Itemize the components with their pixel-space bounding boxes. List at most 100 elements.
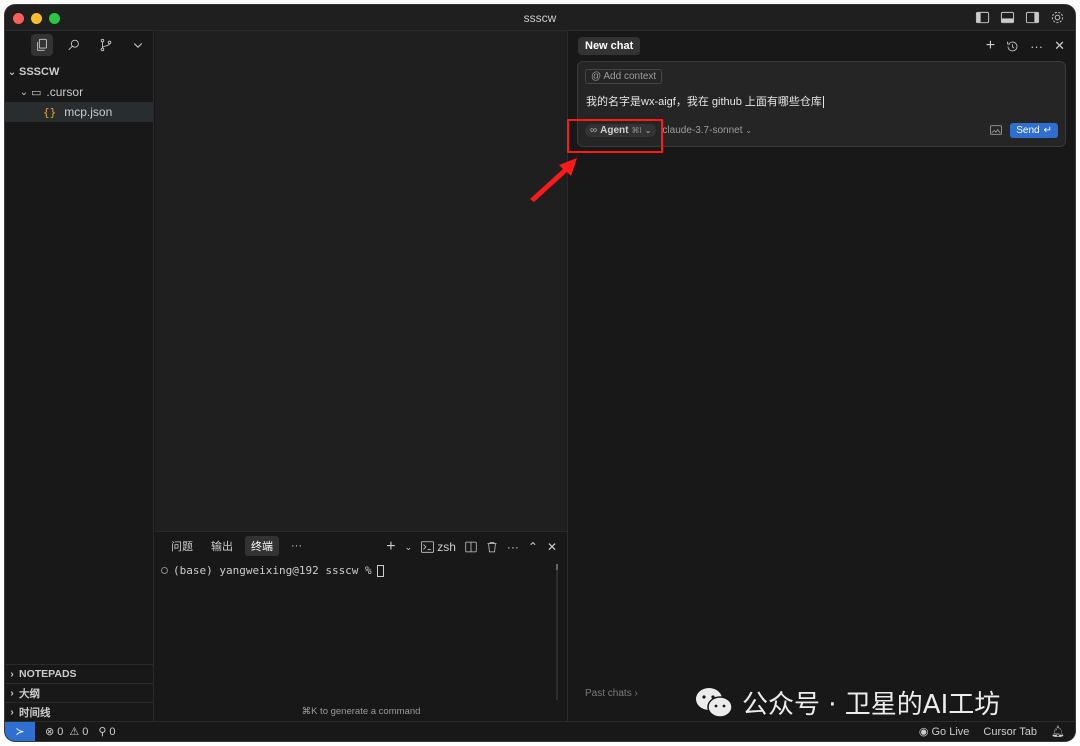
statusbar-right: ◉ Go Live Cursor Tab 🔔︎ (909, 725, 1065, 739)
warning-icon: ⚠ (69, 726, 80, 738)
chevron-down-icon: ⌄ (7, 66, 17, 78)
go-live-label: Go Live (931, 725, 970, 738)
sidebar-sections: › NOTEPADS › 大纲 › 时间线 (5, 664, 153, 721)
app-window: ssscw ⌄ SSSCW ⌄ ▭ .cursor {} mcp.json › … (5, 5, 1075, 741)
tree-file-mcp-json[interactable]: {} mcp.json (5, 102, 153, 122)
explorer-sidebar: ⌄ SSSCW ⌄ ▭ .cursor {} mcp.json › NOTEPA… (5, 31, 154, 721)
terminal-prompt-line[interactable]: (base) yangweixing@192 ssscw % (155, 564, 567, 577)
more-actions-icon[interactable]: ··· (507, 540, 519, 554)
model-label: claude-3.7-sonnet (662, 124, 743, 136)
bottom-panel: 问题 输出 终端 ··· + ⌄ zsh ··· ⌃ ✕ (base) yang… (155, 531, 567, 721)
past-chats-label: Past chats (585, 688, 632, 699)
mode-selector[interactable]: ∞ Agent ⌘I ⌄ (585, 123, 657, 137)
terminal-shell-button[interactable]: zsh (421, 540, 456, 554)
chat-pane: New chat + ··· ✕ @ Add context 我的名字是wx-a… (567, 31, 1075, 721)
chat-composer[interactable]: @ Add context 我的名字是wx-aigf，我在 github 上面有… (577, 61, 1066, 147)
chevron-up-icon[interactable]: ⌃ (528, 540, 538, 554)
at-icon: @ (591, 71, 602, 82)
new-terminal-icon[interactable]: + (386, 538, 395, 556)
section-timeline[interactable]: › 时间线 (5, 702, 153, 721)
model-selector[interactable]: claude-3.7-sonnet ⌄ (662, 125, 752, 136)
toggle-panel-icon[interactable] (1000, 10, 1015, 25)
more-actions-icon[interactable]: ··· (1030, 39, 1043, 54)
mode-shortcut: ⌘I (631, 125, 642, 135)
error-count: 0 (57, 725, 64, 738)
tab-new-chat[interactable]: New chat (578, 37, 641, 55)
files-icon (37, 38, 47, 51)
chat-input-text: 我的名字是wx-aigf，我在 github 上面有哪些仓库 (586, 96, 822, 108)
terminal-icon (421, 541, 435, 553)
chevron-down-icon (133, 43, 143, 48)
past-chats-link[interactable]: Past chats › (585, 688, 638, 699)
folder-label: .cursor (46, 85, 84, 99)
file-label: mcp.json (64, 105, 113, 119)
command-status-icon (161, 567, 168, 574)
explorer-view-button[interactable] (31, 34, 53, 56)
warning-count: 0 (82, 725, 89, 738)
section-notepads[interactable]: › NOTEPADS (5, 664, 153, 683)
ports-count: 0 (109, 725, 116, 738)
text-caret (822, 96, 824, 109)
problems-status[interactable]: ⊗ 0 ⚠ 0 (45, 725, 89, 739)
add-context-label: Add context (603, 71, 657, 82)
infinity-icon: ∞ (590, 124, 598, 136)
shell-label: zsh (437, 540, 456, 554)
tree-folder-cursor[interactable]: ⌄ ▭ .cursor (5, 82, 153, 102)
gear-icon[interactable] (1050, 10, 1065, 25)
wechat-logo-icon (696, 687, 733, 718)
watermark-text: 公众号 · 卫星的AI工坊 (742, 690, 1001, 720)
json-file-icon: {} (43, 105, 57, 119)
editor-area[interactable] (155, 31, 567, 531)
title-bar: ssscw (5, 5, 1075, 31)
section-outline[interactable]: › 大纲 (5, 683, 153, 702)
chevron-down-icon[interactable]: ⌄ (405, 542, 413, 553)
close-icon[interactable]: ✕ (1054, 38, 1065, 54)
broadcast-icon: ◉ (918, 726, 929, 738)
folder-open-icon: ▭ (31, 86, 42, 99)
tab-output[interactable]: 输出 (205, 536, 239, 556)
chevron-right-icon: › (634, 688, 638, 699)
toggle-sidebar-icon[interactable] (975, 10, 990, 25)
chevron-down-icon: ⌄ (19, 86, 29, 98)
send-button[interactable]: Send ↵ (1010, 122, 1058, 138)
trash-icon[interactable] (486, 541, 498, 553)
source-control-view-button[interactable] (95, 34, 117, 56)
mode-label: Agent (600, 124, 629, 136)
chat-input[interactable]: 我的名字是wx-aigf，我在 github 上面有哪些仓库 (586, 93, 824, 109)
ports-status[interactable]: ⚲ 0 (98, 725, 116, 739)
remote-icon: ≻ (15, 726, 25, 738)
search-view-button[interactable] (63, 34, 85, 56)
new-chat-icon[interactable]: + (986, 37, 995, 55)
root-folder-label: SSSCW (19, 66, 60, 78)
go-live-button[interactable]: ◉ Go Live (918, 725, 970, 739)
tab-terminal[interactable]: 终端 (245, 536, 279, 556)
chevron-right-icon: › (10, 687, 14, 699)
remote-button[interactable]: ≻ (5, 721, 35, 741)
split-terminal-icon[interactable] (465, 541, 477, 553)
section-label: 大纲 (19, 687, 40, 700)
send-group: Send ↵ (990, 122, 1058, 138)
history-icon[interactable] (1006, 40, 1019, 53)
error-icon: ⊗ (45, 726, 55, 738)
enter-key-icon: ↵ (1043, 124, 1052, 136)
explorer-root-folder[interactable]: ⌄ SSSCW (5, 62, 153, 82)
search-icon (68, 39, 79, 51)
add-context-button[interactable]: @ Add context (585, 69, 663, 84)
antenna-icon: ⚲ (98, 726, 107, 738)
chat-actions: + ··· ✕ (986, 37, 1065, 55)
close-icon[interactable]: ✕ (547, 540, 557, 554)
more-views-button[interactable] (127, 34, 149, 56)
status-bar: ≻ ⊗ 0 ⚠ 0 ⚲ 0 ◉ Go Live Cursor Tab 🔔︎ (5, 721, 1075, 741)
source-control-icon (100, 38, 112, 52)
toggle-secondary-sidebar-icon[interactable] (1025, 10, 1040, 25)
tab-problems[interactable]: 问题 (165, 536, 199, 556)
bell-icon[interactable]: 🔔︎ (1051, 725, 1065, 738)
cursor-tab-status[interactable]: Cursor Tab (983, 726, 1037, 738)
terminal-actions: + ⌄ zsh ··· ⌃ ✕ (386, 538, 557, 556)
section-label: NOTEPADS (19, 668, 77, 680)
tab-more[interactable]: ··· (285, 538, 308, 554)
section-label: 时间线 (19, 706, 51, 719)
terminal-scrollbar[interactable] (556, 564, 558, 700)
image-icon[interactable] (990, 125, 1003, 135)
sidebar-view-switcher (5, 31, 153, 59)
